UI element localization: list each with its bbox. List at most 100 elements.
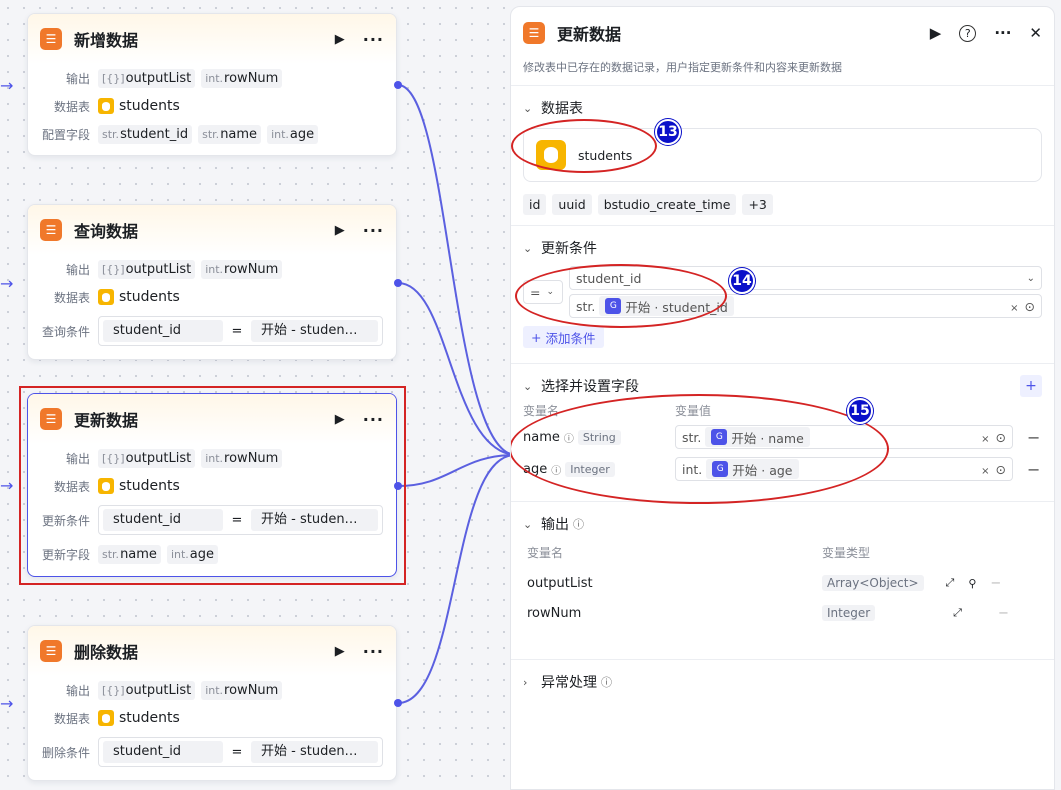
minus-icon[interactable]: − [990,576,1001,591]
output-port[interactable] [394,81,402,89]
output-label: 输出 [65,71,90,86]
fields-section: ⌄ 选择并设置字段 + 变量名 变量值 name ⓘ String str. G… [511,364,1054,504]
target-icon: ⊙ [995,429,1006,445]
error-handling-section[interactable]: › 异常处理 ⓘ [511,660,1054,704]
condition-section: ⌄ 更新条件 = ⌄ student_id ⌄ str. G 开始 · student… [511,226,1054,364]
clear-icon: × [981,433,990,445]
add-condition-button[interactable]: + 添加条件 [523,326,604,348]
database-icon [98,98,114,114]
expand-icon[interactable]: ⤢ [946,576,955,590]
condition-operator: = [231,323,243,339]
help-icon[interactable]: ? [959,24,977,42]
output-section: ⌄ 输出 ⓘ 变量名 变量类型 outputList Array<Object>… [511,502,1054,660]
edge-insert [397,84,516,456]
database-icon: ☰ [523,22,545,44]
play-icon[interactable]: ▶ [331,32,349,47]
annotation-oval [515,264,727,328]
more-icon[interactable]: ··· [363,221,384,240]
type-tag: Integer [822,605,876,621]
more-icon[interactable]: ··· [363,30,384,49]
chevron-down-icon[interactable]: ⌄ [523,242,541,255]
play-icon[interactable]: ▶ [930,24,942,42]
condition-box: student_id = 开始 - studen… [98,737,383,767]
node-config-panel: ☰ 更新数据 ▶ ? ··· ✕ 修改表中已存在的数据记录，用户指定更新条件和内… [510,6,1055,790]
output-tag: int. rowNum [201,259,283,279]
input-arrow-icon: → [0,694,14,713]
fields-label: 配置字段 [41,127,90,142]
more-icon[interactable]: ··· [363,642,384,661]
database-icon [98,710,114,726]
field-tag: str. name [198,124,262,144]
input-arrow-icon: → [0,76,14,95]
chevron-down-icon[interactable]: ⌄ [523,102,541,115]
field-tag: str. student_id [98,124,193,144]
chevron-down-icon: ⌄ [1026,272,1035,284]
add-field-button[interactable]: + [1020,375,1042,397]
output-tag: int. rowNum [201,68,283,88]
condition-label: 删除条件 [41,745,90,760]
field-chip: bstudio_create_time [597,194,737,215]
section-title: 数据表 [541,101,583,117]
node-title: 查询数据 [74,222,139,241]
plus-icon: + [531,329,542,345]
condition-value: 开始 - studen… [251,320,378,342]
node-delete-data[interactable]: ☰ 删除数据 ▶ ··· 输出 [{}] outputList int. rowNu… [27,625,397,781]
condition-operator: = [231,744,243,760]
condition-field: student_id [103,320,223,342]
input-arrow-icon: → [0,476,14,495]
output-tag: [{}] outputList [98,680,196,700]
annotation-badge: 14 [729,268,755,294]
play-icon[interactable]: ▶ [331,223,349,238]
output-tag: [{}] outputList [98,259,196,279]
annotation-oval [511,119,657,173]
close-icon[interactable]: ✕ [1029,24,1042,42]
clear-icon: × [1010,302,1019,314]
node-title: 新增数据 [74,31,139,50]
annotation-badge: 13 [655,119,681,145]
output-name: outputList [527,575,593,591]
section-title: 选择并设置字段 [541,379,639,395]
highlight-rectangle [19,386,406,585]
chevron-down-icon[interactable]: ⌄ [523,518,541,531]
output-label: 输出 [65,262,90,277]
info-icon: ⓘ [601,676,612,689]
edge-update [397,454,516,487]
output-port[interactable] [394,279,402,287]
node-query-data[interactable]: ☰ 查询数据 ▶ ··· 输出 [{}] outputList int. rowNu… [27,204,397,360]
condition-field: student_id [103,741,223,763]
chevron-right-icon[interactable]: › [523,676,541,689]
section-title: 输出 [541,517,569,533]
field-chip[interactable]: +3 [742,194,773,215]
column-header: 变量名 [527,546,564,560]
input-arrow-icon: → [0,274,14,293]
condition-value: 开始 - studen… [251,741,378,763]
annotation-badge: 15 [847,398,873,424]
table-label: 数据表 [53,99,90,114]
output-tag: int. rowNum [201,680,283,700]
node-insert-data[interactable]: ☰ 新增数据 ▶ ··· 输出 [{}] outputList int. rowNu… [27,13,397,156]
section-title: 异常处理 [541,675,597,691]
more-icon[interactable]: ··· [994,24,1011,42]
info-icon: ⓘ [573,518,584,531]
minus-icon[interactable]: − [1027,460,1040,479]
play-icon[interactable]: ▶ [331,644,349,659]
chevron-down-icon[interactable]: ⌄ [523,380,541,393]
annotation-oval [511,394,889,504]
output-port[interactable] [394,699,402,707]
expand-icon[interactable]: ⤢ [953,606,962,620]
target-icon: ⊙ [1024,298,1035,314]
table-label: 数据表 [53,290,90,305]
minus-icon[interactable]: − [998,606,1009,621]
node-title: 删除数据 [74,643,139,662]
database-icon: ☰ [40,219,62,241]
workflow-canvas[interactable]: → ☰ 新增数据 ▶ ··· 输出 [{}] outputList int. row… [0,0,516,790]
panel-description: 修改表中已存在的数据记录，用户指定更新条件和内容来更新数据 [511,59,1054,86]
table-section: ⌄ 数据表 students id uuid bstudio_create_ti… [511,86,1054,226]
type-tag: Array<Object> [822,575,924,591]
table-label: 数据表 [53,711,90,726]
table-name: students [119,710,180,726]
add-child-icon[interactable]: ⚲ [968,577,976,590]
clear-icon: × [981,465,990,477]
database-icon [98,289,114,305]
minus-icon[interactable]: − [1027,428,1040,447]
